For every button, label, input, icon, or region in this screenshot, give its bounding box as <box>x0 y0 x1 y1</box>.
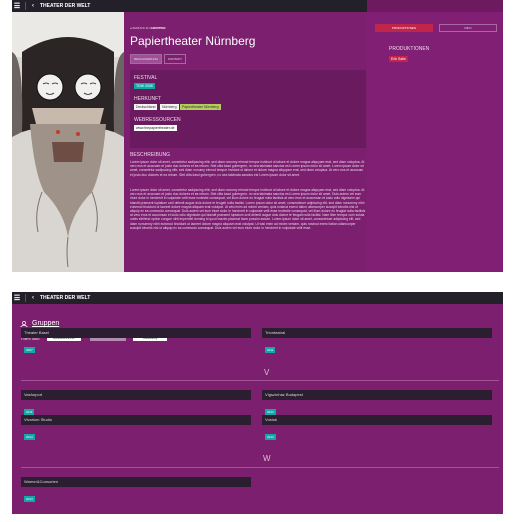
group-card[interactable]: Warner&Consorten 2014 <box>21 477 251 502</box>
web-label: WEBRESSOURCEN <box>134 117 181 123</box>
back-icon[interactable]: ‹ <box>29 3 37 9</box>
breadcrumb[interactable]: ◂ ZURÜCK ZU GRUPPEN <box>130 26 165 30</box>
divider <box>25 2 26 10</box>
herkunft-tag-city[interactable]: Nürnberg <box>160 104 179 110</box>
groups-list-screen: ☰ ‹ THEATER DER WELT Gruppen Filtern nac… <box>12 292 503 514</box>
breadcrumb-prefix: ZURÜCK ZU <box>132 26 150 30</box>
group-year-chip[interactable]: 2007 <box>24 347 35 353</box>
section-divider <box>21 380 499 381</box>
group-detail-screen: ☰ ‹ THEATER DER WELT ◂ ZURÜCK ZU GRUPPEN… <box>12 0 503 272</box>
group-name[interactable]: Theater Basel <box>21 328 251 338</box>
group-name[interactable]: Trionteatral <box>262 328 492 338</box>
side-tabs: PRODUKTIONEN INFO <box>375 24 497 32</box>
section-divider <box>21 467 499 468</box>
letter-heading-v: V <box>264 368 270 377</box>
groups-icon <box>20 321 28 327</box>
group-name[interactable]: Vivarium Studio <box>21 415 251 425</box>
divider <box>25 294 26 302</box>
group-year-chip[interactable]: 2011 <box>265 347 276 353</box>
web-link[interactable]: www.thepapiertheater.de <box>134 125 177 131</box>
app-topbar: ☰ ‹ THEATER DER WELT <box>12 292 503 304</box>
description-paragraph-2: Lorem ipsum dolor sit amet, consetetur s… <box>130 188 366 230</box>
info-box: FESTIVAL TDW 2008 HERKUNFT Deutschland N… <box>130 70 366 148</box>
herkunft-tag-country[interactable]: Deutschland <box>134 104 158 110</box>
breadcrumb-target[interactable]: GRUPPEN <box>151 26 166 30</box>
description-paragraph-1: Lorem ipsum dolor sit amet, consetetur s… <box>130 160 365 177</box>
group-year-chip[interactable]: 2014 <box>265 434 276 440</box>
group-name[interactable]: Vígszínház Budapest <box>262 390 492 400</box>
detail-tabs: BESCHREIBUNG KONTAKT <box>130 54 186 64</box>
group-card[interactable]: Vivarium Studio 2014 <box>21 415 251 440</box>
tab-kontakt[interactable]: KONTAKT <box>164 54 186 64</box>
tab-info[interactable]: INFO <box>439 24 497 32</box>
group-name[interactable]: Warner&Consorten <box>21 477 251 487</box>
herkunft-tag-group[interactable]: Papiertheater Nürnberg <box>180 104 221 110</box>
group-card[interactable]: Vígszínház Budapest 2014 <box>262 390 492 415</box>
back-icon[interactable]: ‹ <box>29 295 37 301</box>
group-detail-main: ◂ ZURÜCK ZU GRUPPEN Papiertheater Nürnbe… <box>130 12 367 272</box>
group-name[interactable]: Vasfurport <box>21 390 251 400</box>
group-card[interactable]: Trionteatral 2011 <box>262 328 492 353</box>
tab-beschreibung[interactable]: BESCHREIBUNG <box>130 54 163 64</box>
menu-icon[interactable]: ☰ <box>12 294 22 302</box>
letter-heading-w: W <box>263 454 271 463</box>
festival-label: FESTIVAL <box>134 75 158 81</box>
page-title: Gruppen <box>32 320 60 327</box>
festival-tag[interactable]: TDW 2008 <box>134 83 155 89</box>
produktionen-heading: PRODUKTIONEN <box>389 46 430 52</box>
group-card[interactable]: Vostok 2014 <box>262 415 492 440</box>
group-name[interactable]: Vostok <box>262 415 492 425</box>
produktion-chip[interactable]: Erik Satie <box>389 56 408 62</box>
group-photo <box>12 12 124 272</box>
app-title: THEATER DER WELT <box>40 295 91 301</box>
tab-produktionen[interactable]: PRODUKTIONEN <box>375 24 433 32</box>
theater-stage-image <box>12 12 124 272</box>
group-card[interactable]: Vasfurport 2011 <box>21 390 251 415</box>
group-year-chip[interactable]: 2014 <box>24 434 35 440</box>
side-topbar <box>367 0 503 12</box>
page-title: Papiertheater Nürnberg <box>130 34 256 48</box>
group-year-chip[interactable]: 2014 <box>24 496 35 502</box>
group-card[interactable]: Theater Basel 2007 <box>21 328 251 353</box>
app-topbar: ☰ ‹ THEATER DER WELT <box>12 0 367 12</box>
menu-icon[interactable]: ☰ <box>12 2 22 10</box>
app-title: THEATER DER WELT <box>40 3 91 9</box>
side-panel: PRODUKTIONEN INFO PRODUKTIONEN Erik Sati… <box>367 0 503 272</box>
herkunft-label: HERKUNFT <box>134 96 162 102</box>
description-heading: BESCHREIBUNG <box>130 152 171 158</box>
